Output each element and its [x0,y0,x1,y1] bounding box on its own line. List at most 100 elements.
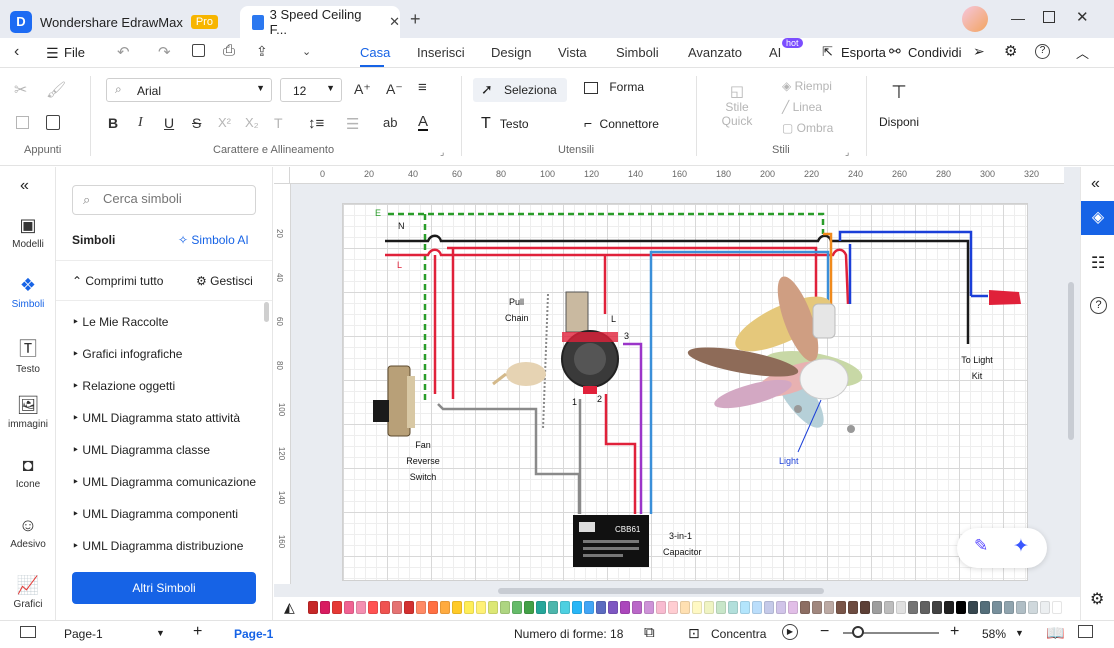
subscript-icon[interactable]: X₂ [245,115,259,130]
text-effect-icon[interactable]: ab [383,115,397,130]
help-icon[interactable]: ? [1035,44,1050,59]
color-swatch[interactable] [332,601,342,614]
book-view-icon[interactable]: 📖 [1046,624,1065,642]
color-swatch[interactable] [632,601,642,614]
color-swatch[interactable] [1028,601,1038,614]
color-swatch[interactable] [968,601,978,614]
library-item[interactable]: ‣ Relazione oggetti [72,379,175,393]
shadow-button[interactable]: ▢ Ombra [782,121,833,135]
color-swatch[interactable] [920,601,930,614]
connector-button[interactable]: ⌐ Connettore [584,115,659,131]
fill-style-panel-icon[interactable]: ◈ [1081,201,1114,235]
color-swatch[interactable] [824,601,834,614]
save-icon[interactable] [192,44,205,57]
format-painter-icon[interactable]: 🖌 [46,80,66,100]
page-panel-icon[interactable] [20,626,36,638]
page-select[interactable]: Page-1 ▼ [64,627,165,641]
manage-button[interactable]: ⚙ Gestisci [196,274,253,288]
line-spacing-icon[interactable]: ↕≡ [308,115,324,132]
share-button[interactable]: Condividi [908,45,961,60]
collapse-ribbon-icon[interactable]: ︿ [1076,43,1089,62]
rail-item-images[interactable]: 🖼 immagini [0,395,56,430]
color-swatch[interactable] [656,601,666,614]
color-swatch[interactable] [428,601,438,614]
library-item[interactable]: ‣ UML Diagramma componenti [72,507,238,521]
library-item[interactable]: ‣ UML Diagramma stato attività [72,411,240,425]
color-swatch[interactable] [740,601,750,614]
ai-sparkle-icon[interactable]: ✦ [1013,535,1029,558]
color-swatch[interactable] [932,601,942,614]
color-swatch[interactable] [308,601,318,614]
horizontal-scrollbar[interactable] [498,588,824,594]
color-swatch[interactable] [680,601,690,614]
expand-font-icon[interactable]: ⌟ [440,147,444,158]
copy-icon[interactable] [16,116,29,129]
bold-icon[interactable]: B [108,115,118,131]
color-swatch[interactable] [1040,601,1050,614]
color-swatch[interactable] [536,601,546,614]
panel-scrollbar[interactable] [264,302,269,322]
focus-icon[interactable]: ⊡ [688,625,700,642]
maximize-icon[interactable] [1043,11,1055,23]
color-swatch[interactable] [524,601,534,614]
select-button[interactable]: ➚ Seleziona [473,78,567,102]
color-swatch[interactable] [320,601,330,614]
close-tab-icon[interactable]: ✕ [389,14,400,30]
color-swatch[interactable] [704,601,714,614]
zoom-in-button[interactable]: + [950,623,959,641]
color-swatch[interactable] [752,601,762,614]
tab-avanzato[interactable]: Avanzato [688,45,742,60]
color-swatch[interactable] [644,601,654,614]
play-icon[interactable]: ▶ [782,624,798,640]
rail-item-text[interactable]: 🅃 Testo [0,335,56,375]
color-swatch[interactable] [416,601,426,614]
tab-design[interactable]: Design [491,45,531,60]
bullet-list-icon[interactable]: ☰ [346,115,359,133]
text-case-icon[interactable]: T [274,115,283,131]
color-swatch[interactable] [860,601,870,614]
color-swatch[interactable] [872,601,882,614]
zoom-slider-handle[interactable] [852,626,864,638]
rail-item-stickers[interactable]: ☺ Adesivo [0,515,56,550]
export-share-icon[interactable]: ⇪ [256,43,268,60]
rail-item-symbols[interactable]: ❖ Simboli [0,275,56,310]
tab-ai[interactable]: AI [769,45,781,60]
ai-symbol-link[interactable]: ✧ Simbolo AI [178,233,249,247]
color-swatch[interactable] [836,601,846,614]
color-swatch[interactable] [560,601,570,614]
zoom-out-button[interactable]: − [820,623,829,641]
strikethrough-icon[interactable]: S [192,115,201,131]
user-avatar[interactable] [962,6,988,32]
layers-icon[interactable]: ⧉ [644,624,655,641]
color-swatch[interactable] [980,601,990,614]
font-color-icon[interactable]: A [418,114,429,131]
minimize-icon[interactable]: — [1011,10,1025,26]
shape-button[interactable]: Forma [584,80,644,94]
export-icon[interactable]: ⇱ [822,44,833,60]
symbol-search[interactable]: ⌕ [72,185,256,215]
redo-icon[interactable]: ↷ [158,43,171,61]
text-tool-button[interactable]: T Testo [481,115,529,133]
color-swatch[interactable] [716,601,726,614]
tab-inserisci[interactable]: Inserisci [417,45,465,60]
undo-icon[interactable]: ↶ [117,43,130,61]
color-swatch[interactable] [1016,601,1026,614]
file-menu[interactable]: File [64,45,85,60]
color-swatch[interactable] [896,601,906,614]
underline-icon[interactable]: U [164,115,174,131]
fit-page-icon[interactable] [1078,625,1093,638]
more-symbols-button[interactable]: Altri Simboli [72,572,256,604]
color-swatch[interactable] [884,601,894,614]
share-icon[interactable]: ⚯ [889,43,901,60]
collapse-all-button[interactable]: ⌃ Comprimi tutto [72,274,163,288]
font-family-select[interactable]: ⌕ Arial ▼ [106,78,272,102]
library-item[interactable]: ‣ UML Diagramma comunicazione [72,475,256,489]
tab-casa[interactable]: Casa [360,45,390,60]
help-panel-icon[interactable]: ? [1090,297,1107,314]
color-swatch[interactable] [944,601,954,614]
rail-item-templates[interactable]: ▣ Modelli [0,215,56,250]
color-swatch[interactable] [512,601,522,614]
color-swatch[interactable] [380,601,390,614]
magic-wand-icon[interactable]: ✎ [974,536,988,556]
color-swatch[interactable] [620,601,630,614]
